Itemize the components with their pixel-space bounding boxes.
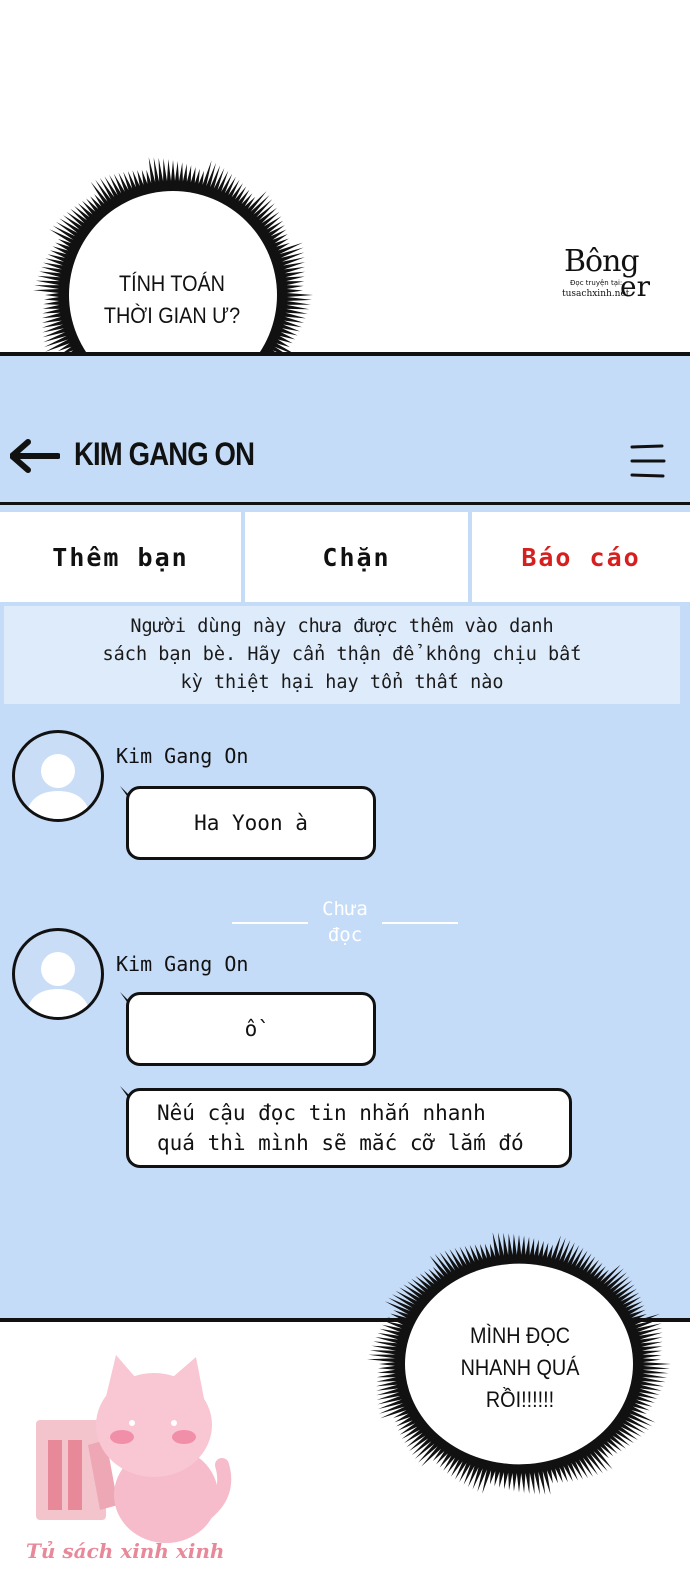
chat-screen: KIM GANG ON Thêm bạn Chặn Báo cáo Người … — [0, 352, 690, 1322]
unread-label-line2: đọc — [327, 924, 363, 946]
logo-url: tusachxinh.net — [562, 289, 630, 299]
message-bubble[interactable]: ồ — [126, 992, 376, 1066]
divider-line-left — [232, 922, 308, 924]
header-divider — [0, 502, 690, 505]
logo-tagline: Đọc truyện tại: — [570, 279, 623, 287]
divider-line-right — [382, 922, 458, 924]
message-text: Ha Yoon à — [194, 811, 308, 835]
watermark-text: Tủ sách xinh xinh — [26, 1539, 225, 1563]
tusach-watermark: Tủ sách xinh xinh — [26, 1345, 246, 1570]
sender-name: Kim Gang On — [116, 952, 249, 976]
message-text-line1: Nếu cậu đọc tin nhắn nhanh — [157, 1101, 486, 1125]
avatar[interactable] — [12, 730, 104, 822]
action-row: Thêm bạn Chặn Báo cáo — [0, 512, 690, 602]
avatar[interactable] — [12, 928, 104, 1020]
arrow-left-icon[interactable] — [10, 438, 60, 474]
stranger-warning: Người dùng này chưa được thêm vào danh s… — [4, 606, 680, 704]
message-bubble[interactable]: Ha Yoon à — [126, 786, 376, 860]
sender-name: Kim Gang On — [116, 744, 249, 768]
chat-header: KIM GANG ON — [0, 356, 690, 506]
message-text: ồ — [244, 1017, 258, 1041]
speech-balloon-bottom-text: MÌNH ĐỌC NHANH QUÁ RỒI!!!!!! — [460, 1323, 580, 1412]
add-friend-button[interactable]: Thêm bạn — [0, 512, 241, 602]
block-button[interactable]: Chặn — [245, 512, 468, 602]
cat-mascot-icon — [36, 1355, 232, 1543]
bonger-logo: Bông er Đọc truyện tại: tusachxinh.net — [560, 244, 660, 306]
message-text-line2: quá thì mình sẽ mắc cỡ lắm đó — [157, 1131, 524, 1155]
user-silhouette-icon — [25, 952, 91, 1017]
hamburger-icon[interactable] — [630, 444, 666, 478]
user-silhouette-icon — [25, 754, 91, 819]
chat-title: KIM GANG ON — [74, 436, 255, 472]
unread-divider: Chưa đọc — [300, 896, 390, 948]
report-button[interactable]: Báo cáo — [472, 512, 690, 602]
speech-balloon-top-text: TÍNH TOÁN THỜI GIAN Ư? — [103, 271, 241, 328]
message-bubble[interactable]: Nếu cậu đọc tin nhắn nhanh quá thì mình … — [126, 1088, 572, 1168]
unread-label-line1: Chưa — [322, 898, 368, 920]
